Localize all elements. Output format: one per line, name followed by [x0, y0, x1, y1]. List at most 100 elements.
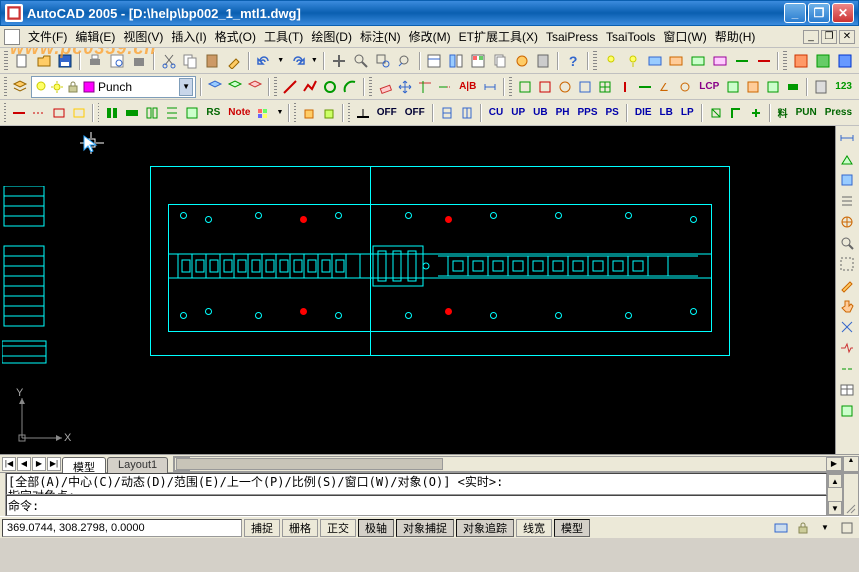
toolbar-grip[interactable] — [4, 103, 6, 123]
xline-off-icon[interactable] — [754, 51, 774, 71]
toolbar-grip[interactable] — [369, 77, 372, 97]
toolbar-grip[interactable] — [593, 51, 597, 71]
hscroll-thumb[interactable] — [176, 458, 443, 470]
tool-palette-icon[interactable] — [468, 51, 488, 71]
off2-button[interactable]: OFF — [402, 103, 428, 123]
toolbar-grip[interactable] — [274, 77, 277, 97]
ct10-icon[interactable] — [255, 103, 273, 123]
ct12-icon[interactable] — [320, 103, 338, 123]
tp2-icon[interactable] — [536, 77, 554, 97]
extend-icon[interactable] — [436, 77, 454, 97]
command-input[interactable] — [6, 495, 827, 517]
cmd-scroll-down-icon[interactable]: ▼ — [828, 501, 842, 515]
save-icon[interactable] — [56, 51, 76, 71]
menu-draw[interactable]: 绘图(D) — [307, 26, 356, 47]
base-icon[interactable] — [354, 103, 372, 123]
area-icon[interactable] — [837, 149, 857, 169]
h-scrollbar[interactable]: ◀ ▶ — [173, 456, 843, 472]
zoom-win-icon[interactable] — [837, 254, 857, 274]
cmd-v-scrollbar[interactable]: ▲ ▼ — [827, 473, 843, 516]
vis-layer1-icon[interactable] — [645, 51, 665, 71]
num-button[interactable]: 123 — [832, 77, 855, 97]
menu-help[interactable]: 帮助(H) — [711, 26, 760, 47]
comm-center-icon[interactable] — [771, 518, 791, 538]
layer-state-icon[interactable] — [226, 77, 244, 97]
drawing-area[interactable]: X Y — [0, 126, 859, 454]
trim-icon[interactable] — [416, 77, 434, 97]
close-button[interactable]: ✕ — [832, 3, 854, 23]
open-icon[interactable] — [34, 51, 54, 71]
ab-text-icon[interactable]: A|B — [456, 77, 479, 97]
maximize-button[interactable]: ❐ — [808, 3, 830, 23]
pps-button[interactable]: PPS — [574, 103, 600, 123]
render-light2-icon[interactable] — [623, 51, 643, 71]
off1-button[interactable]: OFF — [374, 103, 400, 123]
ct4-icon[interactable] — [70, 103, 88, 123]
vis-layer2-icon[interactable] — [666, 51, 686, 71]
undo-icon[interactable] — [254, 51, 274, 71]
tp9-icon[interactable] — [676, 77, 694, 97]
layer-manager-icon[interactable] — [11, 77, 29, 97]
sec1-icon[interactable] — [438, 103, 456, 123]
ct7-icon[interactable] — [143, 103, 161, 123]
circle-icon[interactable] — [321, 77, 339, 97]
design-center-icon[interactable] — [446, 51, 466, 71]
toolbar-grip[interactable] — [783, 51, 787, 71]
ub-button[interactable]: UB — [530, 103, 550, 123]
lock-tray-icon[interactable] — [793, 518, 813, 538]
cmd-scroll-up-icon[interactable]: ▲ — [828, 474, 842, 488]
tp5-icon[interactable] — [596, 77, 614, 97]
vis-layer4-icon[interactable] — [710, 51, 730, 71]
otrack-toggle[interactable]: 对象追踪 — [456, 519, 514, 537]
lcp-button[interactable]: LCP — [696, 77, 722, 97]
menu-file[interactable]: 文件(F) — [24, 26, 71, 47]
clean-screen-icon[interactable] — [837, 518, 857, 538]
tp12-icon[interactable] — [764, 77, 782, 97]
export-icon[interactable] — [837, 401, 857, 421]
arc-icon[interactable] — [341, 77, 359, 97]
menu-window[interactable]: 窗口(W) — [659, 26, 710, 47]
snap-toggle[interactable]: 捕捉 — [244, 519, 280, 537]
vis-layer3-icon[interactable] — [688, 51, 708, 71]
tab-layout1[interactable]: Layout1 — [107, 457, 168, 473]
tp3-icon[interactable] — [556, 77, 574, 97]
tp6-icon[interactable] — [616, 77, 634, 97]
match-props-icon[interactable] — [224, 51, 244, 71]
tool-a-icon[interactable] — [791, 51, 811, 71]
child-close-button[interactable]: ✕ — [839, 30, 855, 44]
publish-icon[interactable] — [129, 51, 149, 71]
rs-button[interactable]: RS — [203, 103, 223, 123]
pline-icon[interactable] — [301, 77, 319, 97]
new-icon[interactable] — [12, 51, 32, 71]
table-icon[interactable] — [837, 380, 857, 400]
render-light-icon[interactable] — [601, 51, 621, 71]
layer-previous-icon[interactable] — [206, 77, 224, 97]
sheet-set-icon[interactable] — [490, 51, 510, 71]
note-button[interactable]: Note — [225, 103, 253, 123]
zoom-realtime-icon[interactable] — [351, 51, 371, 71]
undo-dropdown-icon[interactable]: ▼ — [276, 51, 286, 71]
ct3-icon[interactable] — [50, 103, 68, 123]
zoom-previous-icon[interactable] — [395, 51, 415, 71]
osnap-toggle[interactable]: 对象捕捉 — [396, 519, 454, 537]
toolbar-grip[interactable] — [348, 103, 350, 123]
cmd-resize-icon[interactable] — [843, 473, 859, 516]
zoom-ext-icon[interactable] — [837, 233, 857, 253]
pan-icon[interactable] — [329, 51, 349, 71]
ct1-icon[interactable] — [10, 103, 28, 123]
pencil-icon[interactable] — [837, 275, 857, 295]
list-icon[interactable] — [837, 191, 857, 211]
move-icon[interactable] — [396, 77, 414, 97]
menu-tsaitools[interactable]: TsaiTools — [602, 28, 659, 46]
print-icon[interactable] — [85, 51, 105, 71]
toolbar-grip[interactable] — [98, 103, 100, 123]
lp-button[interactable]: LP — [678, 103, 697, 123]
tab-model[interactable]: 模型 — [62, 457, 106, 473]
menu-modify[interactable]: 修改(M) — [405, 26, 455, 47]
dim-linear-icon[interactable] — [481, 77, 499, 97]
command-history[interactable] — [6, 473, 827, 495]
menu-edit[interactable]: 编辑(E) — [71, 26, 119, 47]
erase-icon[interactable] — [376, 77, 394, 97]
tab-next-button[interactable]: ▶ — [32, 457, 46, 471]
redo-icon[interactable] — [288, 51, 308, 71]
